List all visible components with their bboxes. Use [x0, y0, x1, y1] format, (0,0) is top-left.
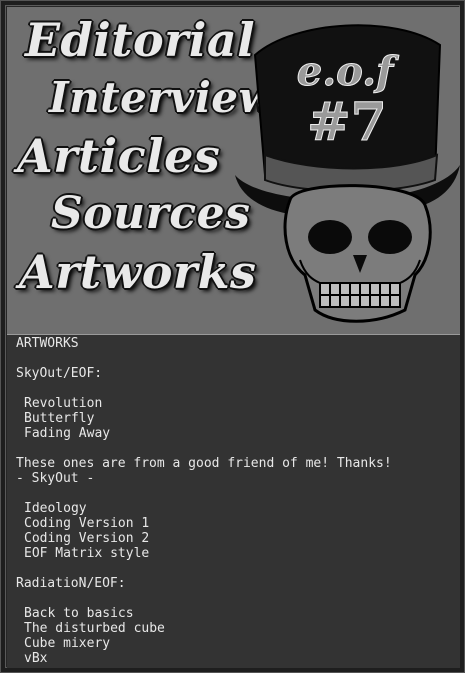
header-banner: Editorial Interviews Articles Sources Ar… [7, 7, 460, 335]
artwork-link[interactable]: Cube mixery [16, 636, 460, 651]
artwork-link[interactable]: Coding Version 1 [16, 516, 460, 531]
section-heading: SkyOut/EOF: [16, 366, 103, 381]
section-heading: RadiatioN/EOF: [16, 576, 126, 591]
artwork-link[interactable]: Revolution [16, 396, 460, 411]
artwork-link[interactable]: Fading Away [16, 426, 460, 441]
note-text: These ones are from a good friend of me!… [16, 456, 392, 471]
note-signature: - SkyOut - [16, 471, 95, 486]
artwork-link[interactable]: Ideology [16, 501, 460, 516]
artwork-link[interactable]: Butterfly [16, 411, 460, 426]
artwork-link[interactable]: The disturbed cube [16, 621, 460, 636]
artwork-link[interactable]: vBx [16, 651, 460, 666]
hat-number: #7 [307, 92, 387, 153]
artwork-link[interactable]: Coding Version 2 [16, 531, 460, 546]
artwork-link[interactable]: EOF Matrix style [16, 546, 460, 561]
page-title: ARTWORKS [16, 336, 79, 351]
skull-top-hat-logo: e.o.f #7 [235, 24, 460, 323]
artworks-content: ARTWORKS SkyOut/EOF: Revolution Butterfl… [7, 335, 460, 668]
page-frame: Editorial Interviews Articles Sources Ar… [0, 0, 465, 673]
artwork-link[interactable]: Back to basics [16, 606, 460, 621]
hat-text: e.o.f [297, 48, 399, 95]
